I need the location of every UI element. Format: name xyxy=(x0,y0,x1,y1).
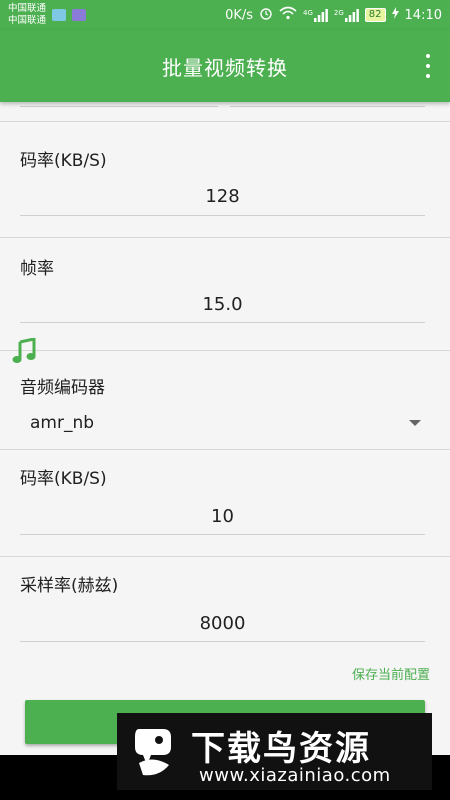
network-speed: 0K/s xyxy=(225,7,254,23)
clock: 14:10 xyxy=(404,7,442,23)
watermark-title: 下载鸟资源 xyxy=(191,729,371,769)
framerate-input[interactable]: 15.0 xyxy=(20,294,425,315)
carrier-2: 中国联通 xyxy=(8,15,47,26)
audio-encoder-select[interactable]: amr_nb xyxy=(30,413,94,433)
video-bitrate-input[interactable]: 128 xyxy=(20,186,425,207)
samplerate-underline xyxy=(20,641,425,642)
signal-4g-icon: 4G xyxy=(303,8,328,22)
status-bar-right: 0K/s 4G 2G 82 14:10 xyxy=(225,6,450,24)
section-divider xyxy=(0,121,450,122)
signal-2g-icon: 2G xyxy=(333,8,359,22)
status-bar: 中国联通 中国联通 0K/s 4G 2G 82 14:10 xyxy=(0,0,450,30)
settings-form: 码率(KB/S) 128 帧率 15.0 音频编码器 amr_nb 码率(KB/… xyxy=(0,102,450,800)
section-divider xyxy=(0,350,450,351)
net-4g-label: 4G xyxy=(303,8,313,17)
audio-bitrate-underline xyxy=(20,534,425,535)
page-title: 批量视频转换 xyxy=(162,56,288,80)
framerate-label: 帧率 xyxy=(20,259,54,279)
wifi-icon xyxy=(279,6,297,24)
status-bar-left: 中国联通 中国联通 xyxy=(0,3,87,27)
net-2g-label: 2G xyxy=(333,8,344,17)
notification-app-icon xyxy=(52,9,67,21)
previous-field-underline-left xyxy=(20,106,218,107)
battery-level: 82 xyxy=(364,8,386,22)
save-config-link[interactable]: 保存当前配置 xyxy=(352,664,430,683)
carrier-names: 中国联通 中国联通 xyxy=(0,3,46,27)
video-bitrate-label: 码率(KB/S) xyxy=(20,151,107,171)
previous-field-underline-right xyxy=(230,106,425,107)
notification-gallery-icon xyxy=(72,9,87,21)
watermark-overlay: 下载鸟资源 www.xiazainiao.com xyxy=(117,713,432,790)
more-vert-icon xyxy=(426,54,430,58)
samplerate-label: 采样率(赫兹) xyxy=(20,576,119,596)
overflow-menu-button[interactable] xyxy=(424,54,432,78)
alarm-icon xyxy=(259,6,273,24)
audio-encoder-label: 音频编码器 xyxy=(20,378,105,398)
carrier-1: 中国联通 xyxy=(8,3,47,14)
dropdown-arrow-icon[interactable] xyxy=(409,420,421,426)
charging-icon xyxy=(391,7,399,23)
watermark-url: www.xiazainiao.com xyxy=(199,765,391,786)
section-divider xyxy=(0,556,450,557)
video-bitrate-underline xyxy=(20,215,425,216)
music-note-icon xyxy=(12,338,36,363)
audio-bitrate-label: 码率(KB/S) xyxy=(20,469,107,489)
app-bar: 批量视频转换 xyxy=(0,30,450,102)
audio-bitrate-input[interactable]: 10 xyxy=(20,506,425,527)
samplerate-input[interactable]: 8000 xyxy=(20,613,425,634)
bird-logo-icon xyxy=(135,729,171,776)
section-divider xyxy=(0,237,450,238)
section-divider xyxy=(0,449,450,450)
framerate-underline xyxy=(20,322,425,323)
